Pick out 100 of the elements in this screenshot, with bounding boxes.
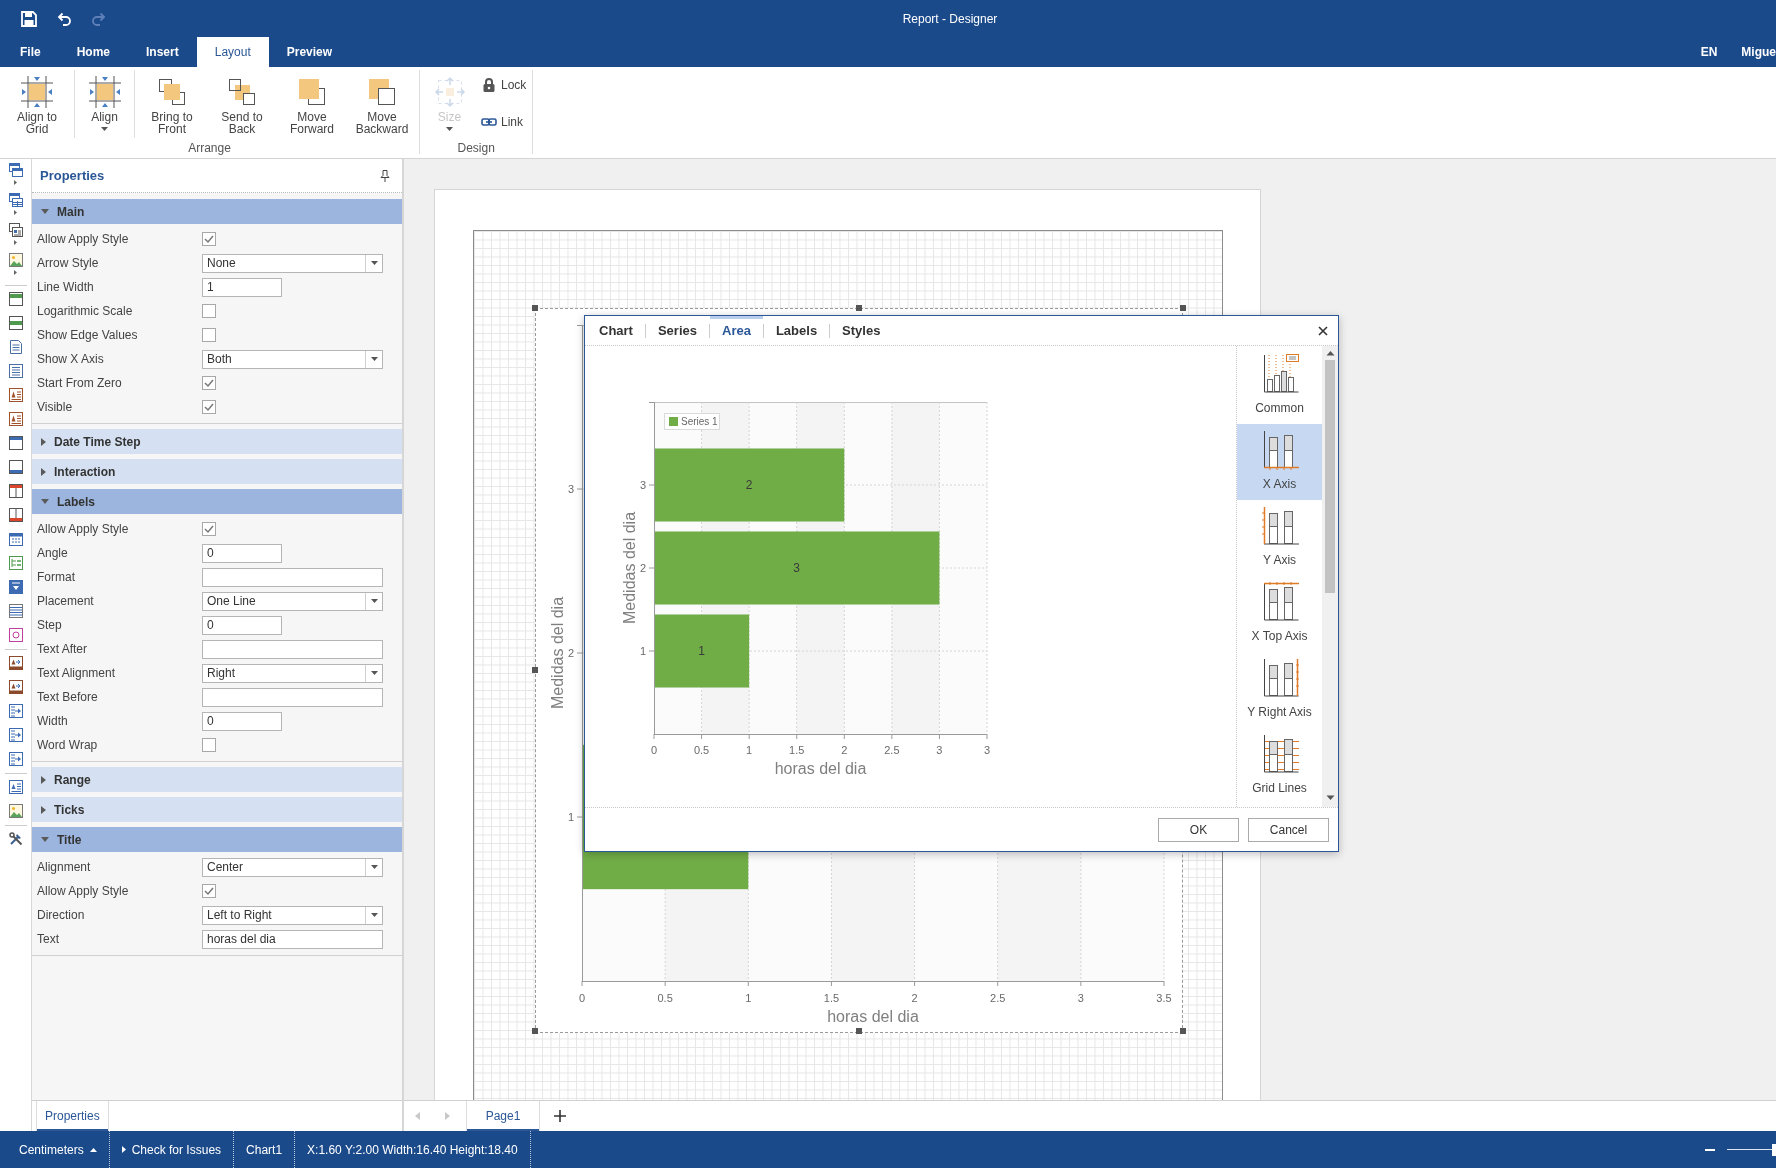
sidebar-item[interactable]: X Axis [1237,424,1322,500]
page-tab[interactable]: Page1 [466,1101,540,1131]
tab[interactable]: Series [645,316,709,345]
checkbox[interactable] [202,400,216,414]
arrow-box-icon[interactable] [8,752,23,766]
arrow-box-icon[interactable] [8,704,23,718]
menu-tab[interactable]: Insert [128,37,197,67]
checkbox[interactable] [202,328,216,342]
user-button[interactable]: Migue [1741,45,1776,59]
checkbox[interactable] [202,304,216,318]
download-icon[interactable] [8,580,23,594]
ribbon-button[interactable]: Lock [481,73,527,97]
tab[interactable]: Area [710,316,763,345]
input-field[interactable]: horas del dia [202,929,383,949]
panel-tab[interactable]: Properties [36,1101,109,1131]
menu-tab[interactable]: File [2,37,59,67]
section-header[interactable]: Interaction [32,459,402,484]
columns-icon[interactable] [8,484,23,498]
arrow-box-icon[interactable] [8,728,23,742]
sidebar-item[interactable]: Common [1237,348,1322,424]
dropdown[interactable]: Center [202,857,383,877]
image-icon[interactable] [8,253,23,267]
scrollbar[interactable] [1322,346,1338,807]
band-icon[interactable] [8,316,23,330]
ribbon-button[interactable]: Send to Back [207,70,277,142]
checkbox[interactable] [202,522,216,536]
scroll-down-icon[interactable] [1325,795,1335,801]
text-box-icon[interactable] [8,412,23,426]
dialog-button[interactable]: Cancel [1248,817,1329,842]
tools-icon[interactable] [8,832,23,846]
resize-handle-icon[interactable] [1180,1028,1186,1034]
input-field[interactable]: 0 [202,615,282,635]
input-field[interactable]: 0 [202,543,282,563]
calendar-icon[interactable] [8,532,23,546]
ribbon-button[interactable]: Move Forward [277,70,347,142]
section-header[interactable]: Range [32,767,402,792]
resize-handle-icon[interactable] [1180,305,1186,311]
input-field[interactable]: 1 [202,277,282,297]
frame-icon[interactable] [8,628,23,642]
band-icon[interactable] [8,292,23,306]
sidebar-item[interactable]: Y Right Axis [1237,652,1322,728]
resize-handle-icon[interactable] [532,667,538,673]
checkbox[interactable] [202,738,216,752]
tab[interactable]: Chart [587,316,645,345]
input-field[interactable]: 0 [202,711,282,731]
stripes-icon[interactable] [8,604,23,618]
windows-icon[interactable] [8,163,23,177]
tree-icon[interactable] [8,556,23,570]
zoom-out-icon[interactable] [1705,1148,1715,1151]
add-icon[interactable] [554,1110,566,1122]
dropdown[interactable]: Both [202,349,383,369]
status-button[interactable]: Check for Issues [109,1131,234,1168]
slider-thumb[interactable] [1771,1143,1776,1156]
resize-handle-icon[interactable] [532,305,538,311]
menu-tab[interactable]: Home [58,37,128,67]
header-band-icon[interactable] [8,436,23,450]
caret-icon[interactable] [14,240,17,245]
section-header[interactable]: Ticks [32,797,402,822]
input-field[interactable] [202,639,383,659]
text-box-icon[interactable] [8,780,23,794]
caret-icon[interactable] [14,180,17,185]
ribbon-button[interactable]: Align [77,70,132,138]
caret-icon[interactable] [14,270,17,275]
menu-tab[interactable]: Layout [196,37,269,67]
ribbon-button[interactable]: Bring to Front [137,70,207,142]
input-field[interactable] [202,567,383,587]
checkbox[interactable] [202,376,216,390]
columns-icon[interactable] [8,508,23,522]
image-icon[interactable] [8,804,23,818]
tab[interactable]: Styles [830,316,893,345]
sidebar-item[interactable]: X Top Axis [1237,576,1322,652]
pin-icon[interactable] [380,169,390,182]
ribbon-button[interactable]: Link [481,110,527,134]
close-icon[interactable] [1318,325,1328,336]
section-header[interactable]: Labels [32,489,402,514]
dropdown[interactable]: Left to Right [202,905,383,925]
menu-tab[interactable]: Preview [268,37,351,67]
section-header[interactable]: Main [32,199,402,224]
sidebar-item[interactable]: Grid Lines [1237,728,1322,804]
caret-icon[interactable] [14,210,17,215]
language-button[interactable]: EN [1700,45,1718,59]
tab[interactable]: Labels [763,316,830,345]
checkbox[interactable] [202,884,216,898]
section-header[interactable]: Date Time Step [32,429,402,454]
dialog-button[interactable]: OK [1158,817,1239,842]
resize-handle-icon[interactable] [532,1028,538,1034]
document-icon[interactable] [8,340,23,354]
ribbon-button[interactable]: Align to Grid [2,70,72,138]
resize-handle-icon[interactable] [856,1028,862,1034]
footer-band-icon[interactable] [8,460,23,474]
status-dropdown[interactable]: Centimeters [0,1131,109,1168]
input-field[interactable] [202,687,383,707]
sidebar-item[interactable]: Y Axis [1237,500,1322,576]
table-window-icon[interactable] [8,193,23,207]
scrollbar-thumb[interactable] [1325,360,1335,593]
section-header[interactable]: Title [32,827,402,852]
form-icon[interactable] [8,223,23,237]
text-box-icon[interactable] [8,388,23,402]
scroll-up-icon[interactable] [1325,350,1335,356]
dropdown[interactable]: Right [202,663,383,683]
